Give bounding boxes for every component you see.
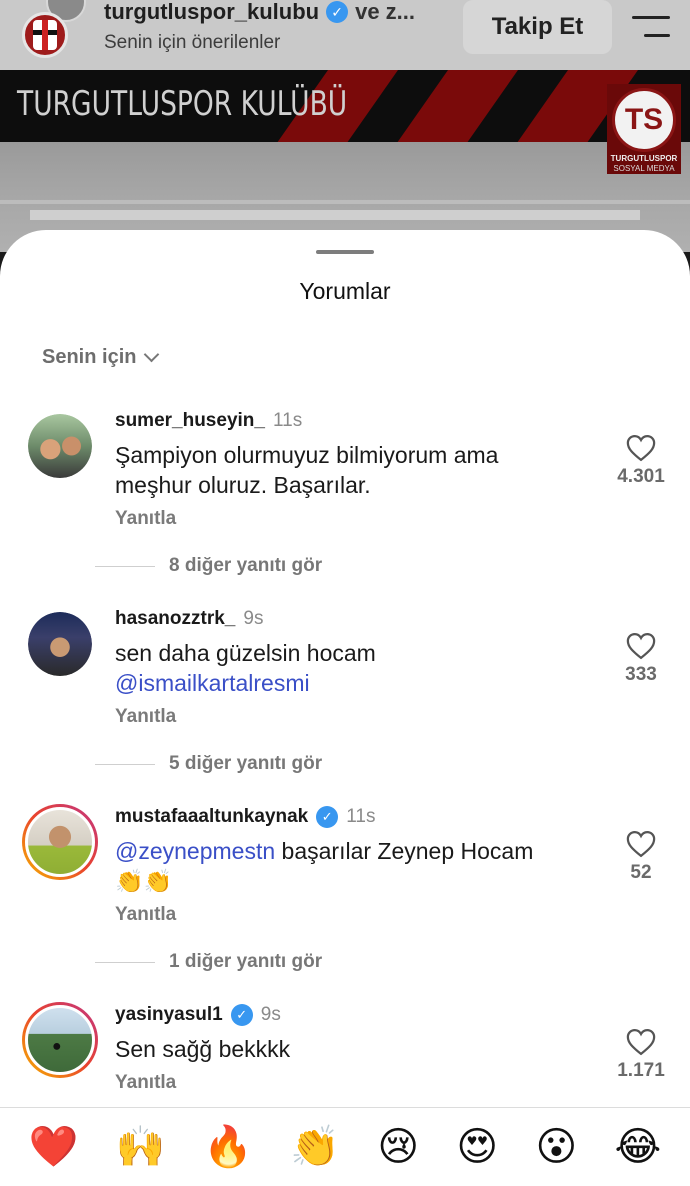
- comment-time: 11s: [346, 806, 376, 827]
- divider-line: [95, 565, 155, 567]
- comment-text-line: Sen sağğ bekkkk: [115, 1036, 291, 1062]
- fire-emoji-icon[interactable]: 🔥: [203, 1123, 253, 1171]
- quick-reaction-bar: ❤️ 🙌 🔥 👏 😢 😍 😮 😂: [0, 1107, 690, 1186]
- header-and-others[interactable]: ve z...: [355, 0, 415, 25]
- comments-sheet: Yorumlar Senin için sumer_huseyin_ 11s Ş…: [0, 230, 690, 1186]
- verified-icon: ✓: [230, 1004, 253, 1026]
- reply-button[interactable]: Yanıtla: [115, 706, 176, 728]
- avatar[interactable]: [28, 612, 92, 676]
- header-username[interactable]: turgutluspor_kulubu: [104, 0, 319, 25]
- follow-button[interactable]: Takip Et: [463, 0, 612, 54]
- like-control[interactable]: 333: [600, 632, 682, 686]
- view-more-replies[interactable]: 5 diğer yanıtı gör: [95, 753, 322, 775]
- logo-name: TURGUTLUSPOR: [610, 154, 678, 163]
- like-count: 52: [630, 862, 652, 883]
- heart-icon[interactable]: [626, 434, 656, 462]
- mention-link[interactable]: @ismailkartalresmi: [115, 668, 595, 698]
- logo-sub: SOSYAL MEDYA: [613, 164, 675, 173]
- verified-icon: ✓: [326, 1, 349, 23]
- surprised-emoji-icon[interactable]: 😮: [535, 1123, 577, 1171]
- comment-text-line: meşhur oluruz. Başarılar.: [115, 472, 371, 498]
- heart-eyes-emoji-icon[interactable]: 😍: [456, 1123, 498, 1171]
- comment-time: 9s: [243, 608, 264, 629]
- heart-emoji-icon[interactable]: ❤️: [29, 1123, 79, 1171]
- sheet-drag-handle[interactable]: [316, 250, 374, 254]
- reel-header: turgutluspor_kulubu ✓ ve z... Senin için…: [0, 0, 690, 70]
- avatar-story-ring[interactable]: [22, 804, 98, 880]
- reply-button[interactable]: Yanıtla: [115, 904, 176, 926]
- comment-text: @zeynepmestn başarılar Zeynep Hocam 👏👏: [115, 836, 595, 896]
- club-crest-logo: TS TURGUTLUSPOR SOSYAL MEDYA: [607, 84, 681, 174]
- more-replies-label[interactable]: 5 diğer yanıtı gör: [169, 753, 322, 775]
- comment-text: Sen sağğ bekkkk: [115, 1034, 595, 1064]
- heart-icon[interactable]: [626, 830, 656, 858]
- heart-icon[interactable]: [626, 1028, 656, 1056]
- like-count: 333: [625, 664, 657, 685]
- header-subtitle: Senin için önerilenler: [104, 32, 281, 53]
- like-control[interactable]: 52: [600, 830, 682, 884]
- menu-icon[interactable]: [632, 14, 670, 40]
- banner-title: TURGUTLUSPOR KULÜBÜ: [17, 84, 348, 124]
- comment-text: Şampiyon olurmuyuz bilmiyorum ama meşhur…: [115, 440, 595, 500]
- like-count: 1.171: [617, 1060, 665, 1081]
- reply-button[interactable]: Yanıtla: [115, 508, 176, 530]
- mention-link[interactable]: @zeynepmestn: [115, 838, 275, 864]
- comment-username[interactable]: mustafaaaltunkaynak: [115, 806, 308, 828]
- comment-time: 9s: [260, 1004, 281, 1025]
- comment-emoji-line: 👏👏: [115, 868, 173, 894]
- comment-text-line: başarılar Zeynep Hocam: [275, 838, 534, 864]
- comments-filter-dropdown[interactable]: Senin için: [42, 346, 160, 369]
- like-control[interactable]: 4.301: [600, 434, 682, 488]
- comment-username[interactable]: yasinyasul1: [115, 1004, 223, 1026]
- comment-time: 11s: [272, 410, 303, 431]
- laughing-emoji-icon[interactable]: 😂: [615, 1123, 662, 1171]
- view-more-replies[interactable]: 8 diğer yanıtı gör: [95, 555, 322, 577]
- comment-user-row: mustafaaaltunkaynak ✓ 11s: [115, 806, 375, 828]
- comment-user-row: sumer_huseyin_ 11s: [115, 410, 302, 432]
- comment-user-row: yasinyasul1 ✓ 9s: [115, 1004, 281, 1026]
- reply-button[interactable]: Yanıtla: [115, 1072, 176, 1094]
- comment-text-line: sen daha güzelsin hocam: [115, 640, 376, 666]
- heart-icon[interactable]: [626, 632, 656, 660]
- comment-username[interactable]: sumer_huseyin_: [115, 410, 265, 432]
- divider-line: [95, 763, 155, 765]
- chevron-down-icon: [144, 346, 160, 363]
- club-avatar[interactable]: [22, 12, 68, 58]
- comment-user-row: hasanozztrk_ 9s: [115, 608, 263, 630]
- video-banner: TURGUTLUSPOR KULÜBÜ: [0, 70, 690, 142]
- avatar-story-ring[interactable]: [22, 1002, 98, 1078]
- clapping-emoji-icon[interactable]: 👏: [290, 1123, 340, 1171]
- avatar[interactable]: [28, 414, 92, 478]
- more-replies-label[interactable]: 8 diğer yanıtı gör: [169, 555, 322, 577]
- raised-hands-emoji-icon[interactable]: 🙌: [116, 1123, 166, 1171]
- comment-username[interactable]: hasanozztrk_: [115, 608, 235, 630]
- comment-text: sen daha güzelsin hocam @ismailkartalres…: [115, 638, 595, 698]
- comment-text-line: Şampiyon olurmuyuz bilmiyorum ama: [115, 442, 499, 468]
- divider-line: [95, 961, 155, 963]
- like-count: 4.301: [617, 466, 665, 487]
- more-replies-label[interactable]: 1 diğer yanıtı gör: [169, 951, 322, 973]
- crying-emoji-icon[interactable]: 😢: [377, 1123, 419, 1171]
- view-more-replies[interactable]: 1 diğer yanıtı gör: [95, 951, 322, 973]
- sheet-title: Yorumlar: [299, 278, 391, 304]
- filter-label: Senin için: [42, 346, 137, 368]
- verified-icon: ✓: [316, 806, 339, 828]
- header-username-row[interactable]: turgutluspor_kulubu ✓ ve z...: [104, 0, 415, 25]
- like-control[interactable]: 1.171: [600, 1028, 682, 1082]
